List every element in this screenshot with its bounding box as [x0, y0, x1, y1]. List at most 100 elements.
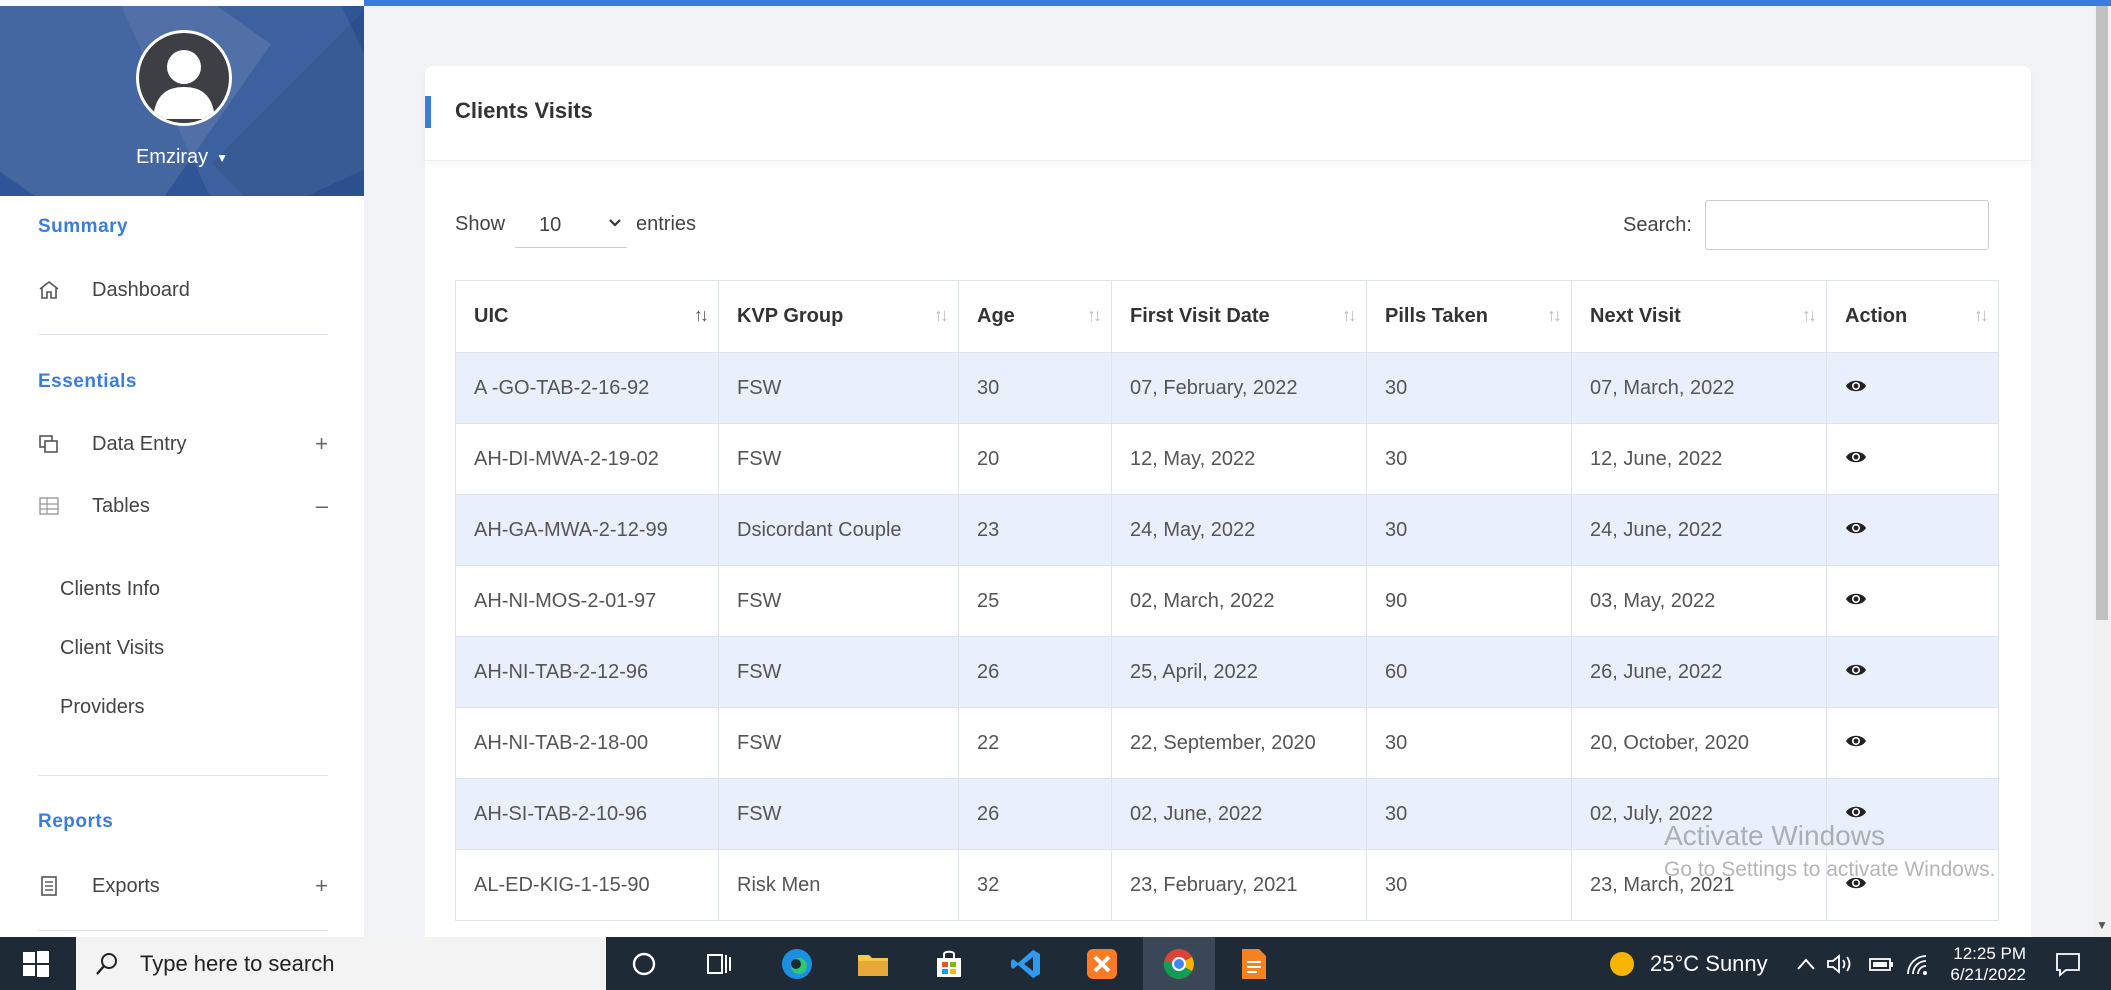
sidebar-subitem-client-visits[interactable]: Client Visits [60, 637, 164, 660]
document-app-icon[interactable] [1236, 946, 1272, 982]
cell-first-visit-date: 22, September, 2020 [1111, 707, 1367, 779]
divider [38, 930, 328, 931]
sidebar-subitem-providers[interactable]: Providers [60, 696, 144, 719]
copy-icon [36, 433, 62, 455]
cell-uic: AH-NI-MOS-2-01-97 [455, 565, 719, 637]
cell-uic: AL-ED-KIG-1-15-90 [455, 849, 719, 921]
column-header-age[interactable]: Age ↑↓ [958, 280, 1112, 353]
section-summary: Summary [38, 216, 129, 237]
cell-age: 25 [958, 565, 1112, 637]
scroll-down-arrow-icon[interactable]: ▼ [2096, 918, 2108, 932]
column-header-action[interactable]: Action ↑↓ [1826, 280, 1999, 353]
column-header-pills-taken[interactable]: Pills Taken ↑↓ [1366, 280, 1572, 353]
task-view-icon[interactable] [701, 946, 737, 982]
expand-plus-icon[interactable]: + [315, 431, 328, 457]
view-eye-icon[interactable] [1845, 804, 1867, 820]
sort-icon: ↑↓ [1974, 305, 1989, 325]
view-eye-icon[interactable] [1845, 378, 1867, 394]
column-header-next-visit[interactable]: Next Visit ↑↓ [1571, 280, 1827, 353]
collapse-minus-icon[interactable]: – [316, 493, 328, 519]
cell-uic: AH-NI-TAB-2-18-00 [455, 707, 719, 779]
sidebar-item-tables[interactable]: Tables – [36, 486, 328, 526]
sidebar-item-label: Exports [92, 874, 160, 897]
table-row: AH-NI-TAB-2-12-96 FSW 26 25, April, 2022 60 2… [455, 636, 1999, 708]
expand-plus-icon[interactable]: + [315, 873, 328, 899]
search-label: Search: [1623, 214, 1692, 236]
sidebar-subitem-clients-info[interactable]: Clients Info [60, 578, 160, 601]
sidebar-item-dashboard[interactable]: Dashboard [36, 270, 328, 310]
search-icon [96, 952, 117, 975]
cell-uic: AH-DI-MWA-2-19-02 [455, 423, 719, 495]
sort-icon: ↑↓ [1547, 305, 1562, 325]
cell-next-visit: 03, May, 2022 [1571, 565, 1827, 637]
chrome-browser-icon[interactable] [1161, 946, 1197, 982]
table-row: AH-NI-MOS-2-01-97 FSW 25 02, March, 2022 90 0… [455, 565, 1999, 637]
weather-text[interactable]: 25°C Sunny [1650, 937, 1768, 990]
vscode-icon[interactable] [1008, 946, 1044, 982]
column-header-first-visit-date[interactable]: First Visit Date ↑↓ [1111, 280, 1367, 353]
column-header-uic[interactable]: UIC ↑↓ [455, 280, 719, 353]
view-eye-icon[interactable] [1845, 449, 1867, 465]
search-input[interactable] [1705, 200, 1989, 250]
taskbar-search-box[interactable]: Type here to search [76, 937, 606, 990]
cell-pills-taken: 90 [1366, 565, 1572, 637]
cell-first-visit-date: 24, May, 2022 [1111, 494, 1367, 566]
card-header: Clients Visits [425, 66, 2031, 161]
file-explorer-icon[interactable] [855, 946, 891, 982]
xampp-icon[interactable] [1084, 946, 1120, 982]
divider [38, 334, 328, 335]
battery-icon[interactable] [1864, 946, 1900, 982]
edge-browser-icon[interactable] [779, 946, 815, 982]
chevron-up-icon[interactable] [1788, 946, 1824, 982]
scrollbar-thumb[interactable] [2096, 6, 2108, 620]
volume-icon[interactable] [1822, 946, 1858, 982]
notification-icon[interactable] [2050, 946, 2086, 982]
sort-icon: ↑↓ [1802, 305, 1817, 325]
cell-uic: AH-GA-MWA-2-12-99 [455, 494, 719, 566]
cell-pills-taken: 30 [1366, 423, 1572, 495]
cell-kvp-group: FSW [718, 636, 959, 708]
activate-windows-watermark: Activate Windows [1664, 820, 1885, 851]
clock-time: 12:25 PM [1953, 944, 2026, 963]
cell-age: 26 [958, 778, 1112, 850]
cell-first-visit-date: 12, May, 2022 [1111, 423, 1367, 495]
cell-next-visit: 24, June, 2022 [1571, 494, 1827, 566]
avatar[interactable] [136, 30, 232, 126]
column-header-kvp-group[interactable]: KVP Group ↑↓ [718, 280, 959, 353]
cell-action [1826, 565, 1999, 637]
show-label: Show [455, 213, 506, 235]
user-menu-toggle[interactable]: Emziray ▼ [0, 146, 364, 169]
windows-start-icon[interactable] [22, 950, 50, 978]
wifi-icon[interactable] [1900, 946, 1936, 982]
microsoft-store-icon[interactable] [931, 946, 967, 982]
view-eye-icon[interactable] [1845, 662, 1867, 678]
cell-first-visit-date: 02, June, 2022 [1111, 778, 1367, 850]
cell-pills-taken: 30 [1366, 352, 1572, 424]
sort-icon: ↑↓ [934, 305, 949, 325]
view-eye-icon[interactable] [1845, 520, 1867, 536]
sidebar-item-data-entry[interactable]: Data Entry + [36, 424, 328, 464]
cell-uic: AH-SI-TAB-2-10-96 [455, 778, 719, 850]
caret-down-icon: ▼ [216, 150, 229, 165]
view-eye-icon[interactable] [1845, 591, 1867, 607]
sidebar-item-label: Dashboard [92, 278, 190, 301]
table-row: AH-GA-MWA-2-12-99 Dsicordant Couple 23 24, … [455, 494, 1999, 566]
taskbar-clock[interactable]: 12:25 PM 6/21/2022 [1940, 943, 2026, 985]
cell-first-visit-date: 07, February, 2022 [1111, 352, 1367, 424]
cell-action [1826, 423, 1999, 495]
table-row: AH-NI-TAB-2-18-00 FSW 22 22, September, 202… [455, 707, 1999, 779]
table-row: AH-DI-MWA-2-19-02 FSW 20 12, May, 2022 30 12,… [455, 423, 1999, 495]
cell-kvp-group: FSW [718, 423, 959, 495]
cell-kvp-group: Risk Men [718, 849, 959, 921]
cell-age: 32 [958, 849, 1112, 921]
document-icon [36, 875, 62, 897]
cell-pills-taken: 30 [1366, 707, 1572, 779]
weather-sun-icon[interactable] [1604, 946, 1640, 982]
page-title: Clients Visits [455, 98, 593, 123]
sidebar-item-exports[interactable]: Exports + [36, 866, 328, 906]
entries-select[interactable]: 10 [515, 204, 627, 248]
view-eye-icon[interactable] [1845, 733, 1867, 749]
cortana-icon[interactable] [626, 946, 662, 982]
title-accent-bar [425, 96, 431, 128]
cell-age: 30 [958, 352, 1112, 424]
